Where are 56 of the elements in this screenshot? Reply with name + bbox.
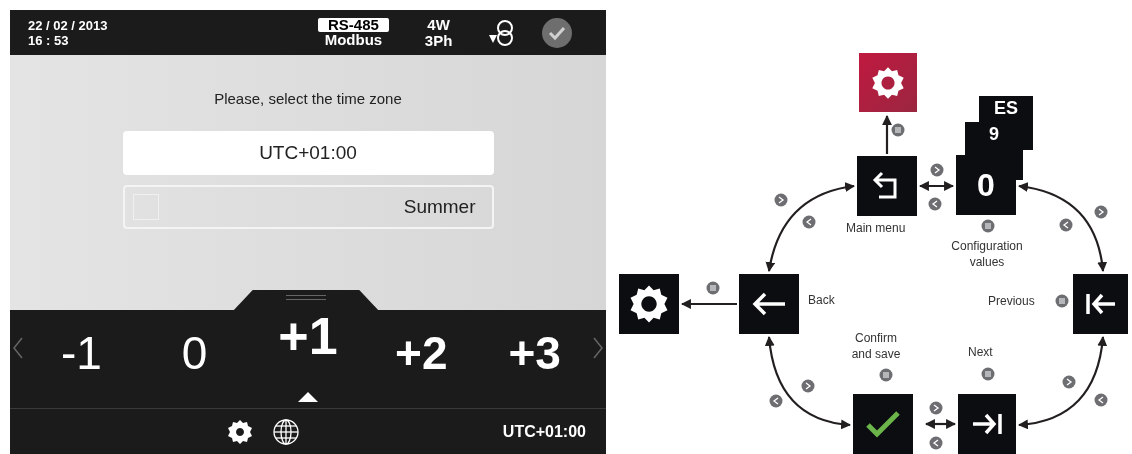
- skip-back-icon: [1084, 291, 1117, 317]
- offset-option[interactable]: +2: [365, 328, 478, 378]
- menu-icon: [981, 367, 995, 381]
- selection-triangle-icon: [298, 392, 318, 402]
- main-menu-label: Main menu: [846, 221, 906, 235]
- menu-icon: [891, 123, 905, 137]
- right-chevron-icon: [774, 193, 788, 207]
- right-chevron-icon[interactable]: [591, 336, 604, 360]
- menu-icon: [1055, 294, 1069, 308]
- left-chevron-icon: [928, 197, 942, 211]
- left-chevron-icon[interactable]: [12, 336, 24, 360]
- phases-text: 3Ph: [424, 32, 453, 49]
- offset-option[interactable]: +1: [252, 311, 364, 361]
- check-icon[interactable]: [542, 17, 573, 48]
- check-icon: [865, 410, 901, 438]
- double-arrow: [919, 181, 954, 191]
- menu-icon: [706, 281, 720, 295]
- offset-option[interactable]: +3: [478, 328, 591, 378]
- left-chevron-icon: [1059, 218, 1073, 232]
- menu-icon: [879, 368, 893, 382]
- left-arrow-icon: [751, 291, 787, 317]
- double-arrow: [925, 419, 956, 429]
- transformer-icon: [488, 17, 515, 48]
- summer-checkbox[interactable]: Summer: [122, 185, 494, 229]
- right-chevron-icon: [929, 401, 943, 415]
- timezone-text: UTC+01:00: [502, 422, 586, 441]
- settings-icon: [871, 65, 905, 100]
- protocol-text: Modbus: [324, 31, 383, 48]
- date-text: 22 / 02 / 2013: [28, 17, 109, 33]
- previous-label: Previous: [988, 294, 1035, 308]
- offset-option[interactable]: 0: [138, 328, 251, 378]
- prompt-text: Please, select the time zone: [214, 90, 402, 107]
- left-chevron-icon: [802, 215, 816, 229]
- right-chevron-icon: [930, 163, 944, 177]
- skip-forward-icon: [971, 411, 1003, 437]
- next-label: Next: [968, 345, 993, 359]
- menu-icon: [981, 219, 995, 233]
- left-chevron-icon: [1094, 393, 1108, 407]
- time-text: 16 : 53: [28, 32, 70, 48]
- bus-badge: RS-485: [318, 17, 389, 32]
- settings-icon: [629, 284, 669, 324]
- back-label: Back: [808, 293, 835, 307]
- arrow: [681, 299, 737, 309]
- offset-option[interactable]: -1: [25, 328, 138, 378]
- wiring-text: 4W: [427, 16, 450, 33]
- right-chevron-icon: [801, 379, 815, 393]
- right-chevron-icon: [1062, 375, 1076, 389]
- arrow: [882, 115, 892, 154]
- left-chevron-icon: [929, 436, 943, 450]
- globe-icon[interactable]: [273, 418, 299, 445]
- timezone-field[interactable]: UTC+01:00: [122, 131, 494, 175]
- left-chevron-icon: [769, 394, 783, 408]
- settings-icon[interactable]: [227, 418, 253, 445]
- right-chevron-icon: [1094, 205, 1108, 219]
- confirm-and-save-label: Confirm and save: [850, 330, 902, 362]
- configuration-values-label: Configuration values: [950, 238, 1024, 270]
